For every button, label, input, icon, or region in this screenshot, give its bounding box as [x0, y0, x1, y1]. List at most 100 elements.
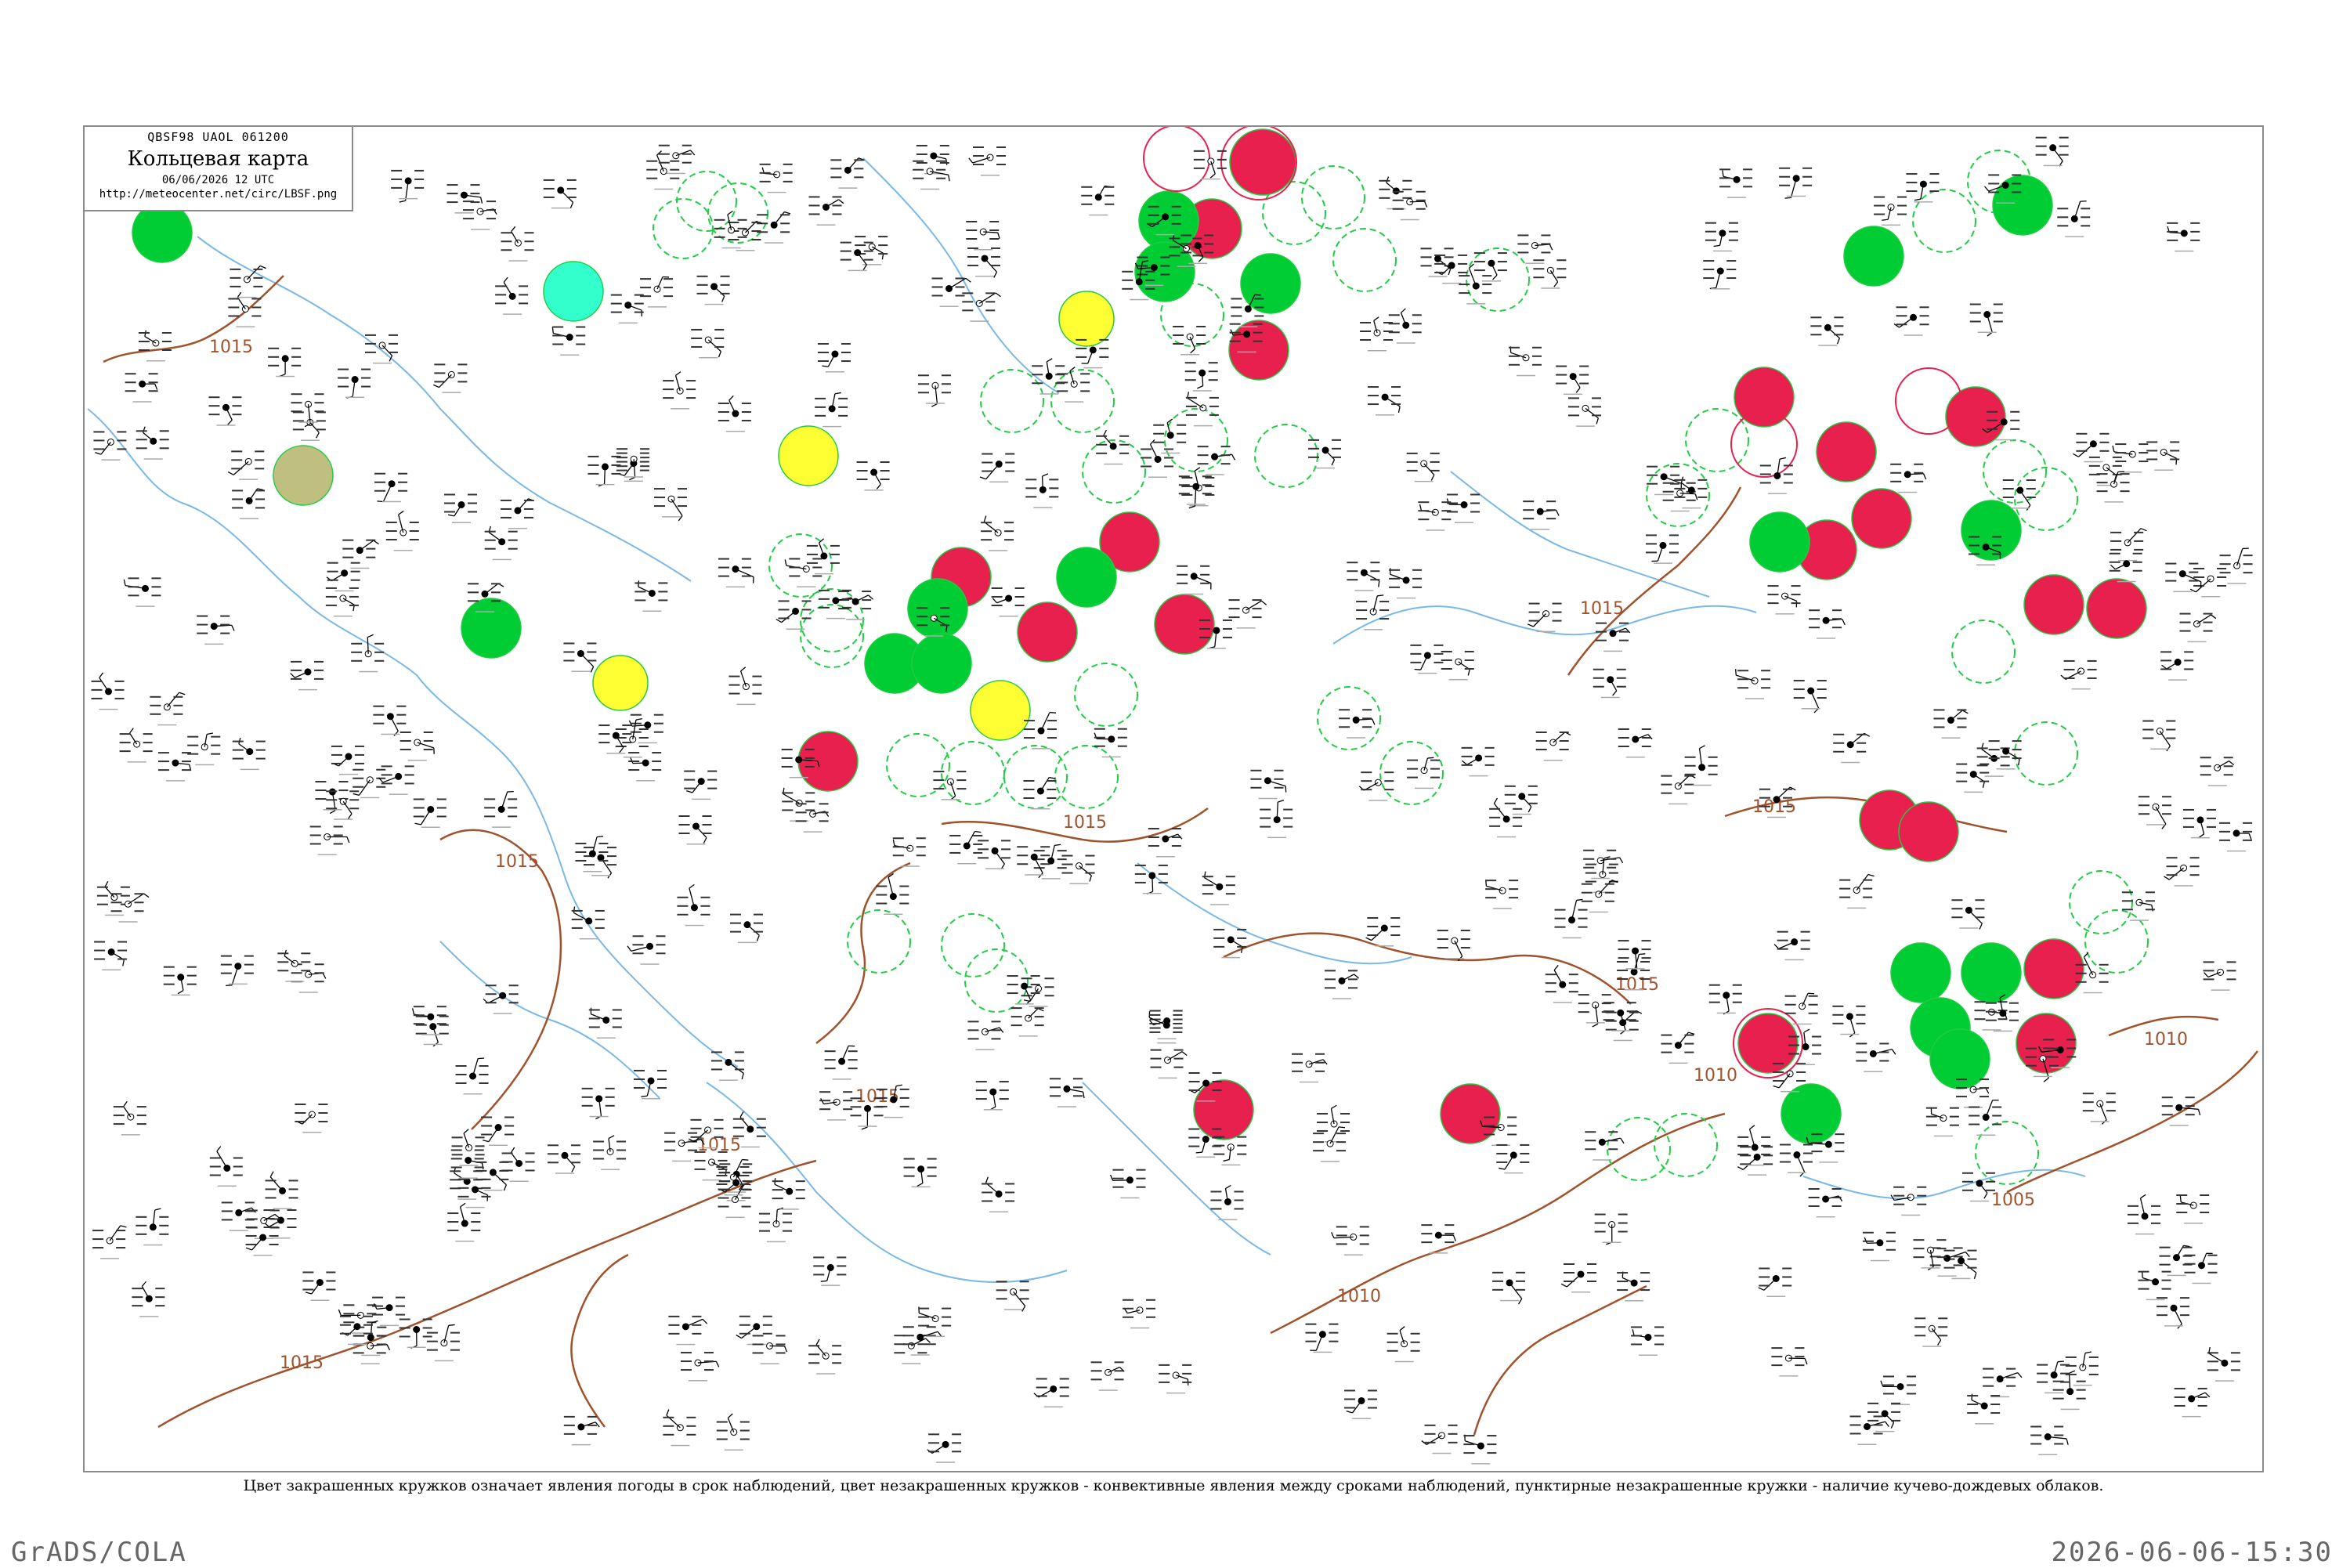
station-value-mark — [1209, 362, 1218, 363]
station-value-mark — [136, 447, 147, 449]
weather-phenomenon-circle-green[interactable] — [1961, 500, 2021, 560]
station-value-mark — [94, 959, 105, 960]
weather-phenomenon-circle-red[interactable] — [1230, 129, 1296, 195]
station-value-mark — [738, 237, 747, 238]
weather-phenomenon-circle-green[interactable] — [1961, 943, 2021, 1003]
station-value-mark — [841, 343, 851, 345]
coastline — [1137, 863, 1412, 963]
weather-phenomenon-circle-red[interactable] — [1018, 602, 1077, 662]
station-value-mark — [851, 1115, 862, 1116]
weather-phenomenon-circle-green[interactable] — [1781, 1084, 1841, 1143]
station-value-mark — [1356, 609, 1367, 611]
station-name-mark — [926, 1336, 945, 1338]
station-value-mark — [646, 178, 657, 179]
weather-phenomenon-circle-yellow[interactable] — [971, 681, 1030, 740]
station-name-mark — [1817, 1216, 1835, 1218]
station-value-mark — [552, 335, 563, 337]
station-plot — [1185, 362, 1218, 392]
isobar-label: 1010 — [1337, 1287, 1381, 1306]
weather-phenomenon-circle-green[interactable] — [1891, 943, 1950, 1003]
weather-phenomenon-circle-green[interactable] — [912, 634, 971, 693]
wind-barb-feather — [862, 1127, 868, 1129]
station-value-mark — [502, 1161, 513, 1162]
station-value-mark — [851, 1106, 862, 1107]
station-value-mark — [654, 723, 663, 724]
weather-phenomenon-circle-red[interactable] — [1852, 489, 1911, 548]
wind-barb-feather — [1189, 506, 1195, 508]
station-value-mark — [139, 332, 150, 334]
weather-phenomenon-circle-green[interactable] — [1750, 512, 1810, 572]
wind-barb-feather — [1892, 1050, 1896, 1055]
station-name-mark — [1766, 1295, 1785, 1297]
wind-barb-feather — [728, 211, 733, 215]
station-value-mark — [244, 964, 254, 966]
station-plot — [1839, 875, 1874, 909]
station-value-mark — [2190, 222, 2200, 224]
station-value-mark — [1833, 734, 1844, 735]
weather-phenomenon-circle-olive[interactable] — [273, 446, 333, 505]
weather-phenomenon-circle-yellow[interactable] — [779, 426, 838, 486]
station-plot — [351, 634, 384, 672]
weather-phenomenon-circle-green[interactable] — [132, 203, 192, 262]
station-name-mark — [1952, 1278, 1971, 1280]
station-plot — [927, 1433, 961, 1463]
weather-phenomenon-circle-red[interactable] — [2087, 579, 2146, 638]
weather-phenomenon-circle-red[interactable] — [798, 732, 858, 791]
station-value-mark — [1938, 1317, 1947, 1319]
weather-phenomenon-circle-red[interactable] — [1899, 802, 1958, 862]
station-plot — [808, 196, 843, 226]
weather-phenomenon-circle-red[interactable] — [2024, 575, 2084, 634]
station-name-mark — [1368, 800, 1387, 801]
weather-phenomenon-circle-red[interactable] — [1194, 1080, 1253, 1140]
station-value-mark — [1360, 1226, 1369, 1227]
station-value-mark — [524, 508, 533, 510]
station-value-mark — [2207, 809, 2216, 811]
weather-phenomenon-circle-cyan[interactable] — [544, 262, 603, 321]
station-name-mark — [1625, 989, 1643, 991]
station-value-mark — [1230, 332, 1241, 334]
station-value-mark — [484, 815, 495, 817]
weather-phenomenon-circle-green[interactable] — [1993, 175, 2052, 235]
weather-phenomenon-circle-red[interactable] — [1155, 594, 1214, 654]
station-value-mark — [927, 1158, 937, 1160]
station-value-mark — [1182, 1373, 1191, 1375]
weather-phenomenon-circle-green[interactable] — [1057, 547, 1116, 607]
station-value-mark — [1498, 252, 1507, 254]
station-value-mark — [232, 507, 243, 508]
weather-phenomenon-circle-green[interactable] — [461, 598, 521, 658]
station-value-mark — [1344, 1407, 1355, 1408]
station-value-mark — [501, 240, 512, 242]
station-value-mark — [721, 284, 730, 286]
weather-phenomenon-circle-yellow[interactable] — [593, 656, 648, 710]
weather-phenomenon-circle-red[interactable] — [2024, 939, 2084, 999]
station-value-mark — [2113, 457, 2122, 458]
station-plot — [808, 1339, 841, 1375]
station-value-mark — [1640, 1281, 1650, 1282]
weather-phenomenon-circle-green[interactable] — [1844, 226, 1904, 286]
station-plot — [2167, 222, 2200, 252]
wind-barb-feather — [228, 472, 233, 475]
weather-phenomenon-circle-red[interactable] — [1229, 320, 1289, 380]
wind-barb — [312, 1282, 320, 1294]
station-value-mark — [2146, 458, 2157, 460]
weather-phenomenon-circle-red[interactable] — [2016, 1013, 2076, 1073]
station-name-mark — [1593, 1159, 1611, 1161]
station-value-mark — [2066, 1357, 2077, 1358]
weather-phenomenon-circle-red[interactable] — [1738, 1013, 1798, 1073]
station-value-mark — [471, 1230, 480, 1231]
station-value-mark — [607, 855, 616, 857]
map-url[interactable]: http://meteocenter.net/circ/LBSF.png — [85, 188, 352, 201]
weather-phenomenon-circle-red[interactable] — [1817, 422, 1876, 482]
station-value-mark — [182, 769, 191, 771]
station-value-mark — [1956, 781, 1967, 782]
weather-phenomenon-circle-red[interactable] — [1946, 387, 2005, 446]
station-plot — [114, 1101, 146, 1135]
station-name-mark — [846, 619, 865, 620]
weather-map[interactable]: 1015 1015 1015 1015 1015 1015 1015 1015 … — [83, 125, 2264, 1472]
station-value-mark — [1856, 751, 1866, 753]
wind-barb-feather — [2199, 834, 2204, 838]
weather-phenomenon-circle-yellow[interactable] — [1059, 291, 1114, 346]
station-value-mark — [269, 1235, 279, 1237]
station-value-mark — [967, 1029, 978, 1031]
wind-barb-feather — [399, 511, 403, 515]
